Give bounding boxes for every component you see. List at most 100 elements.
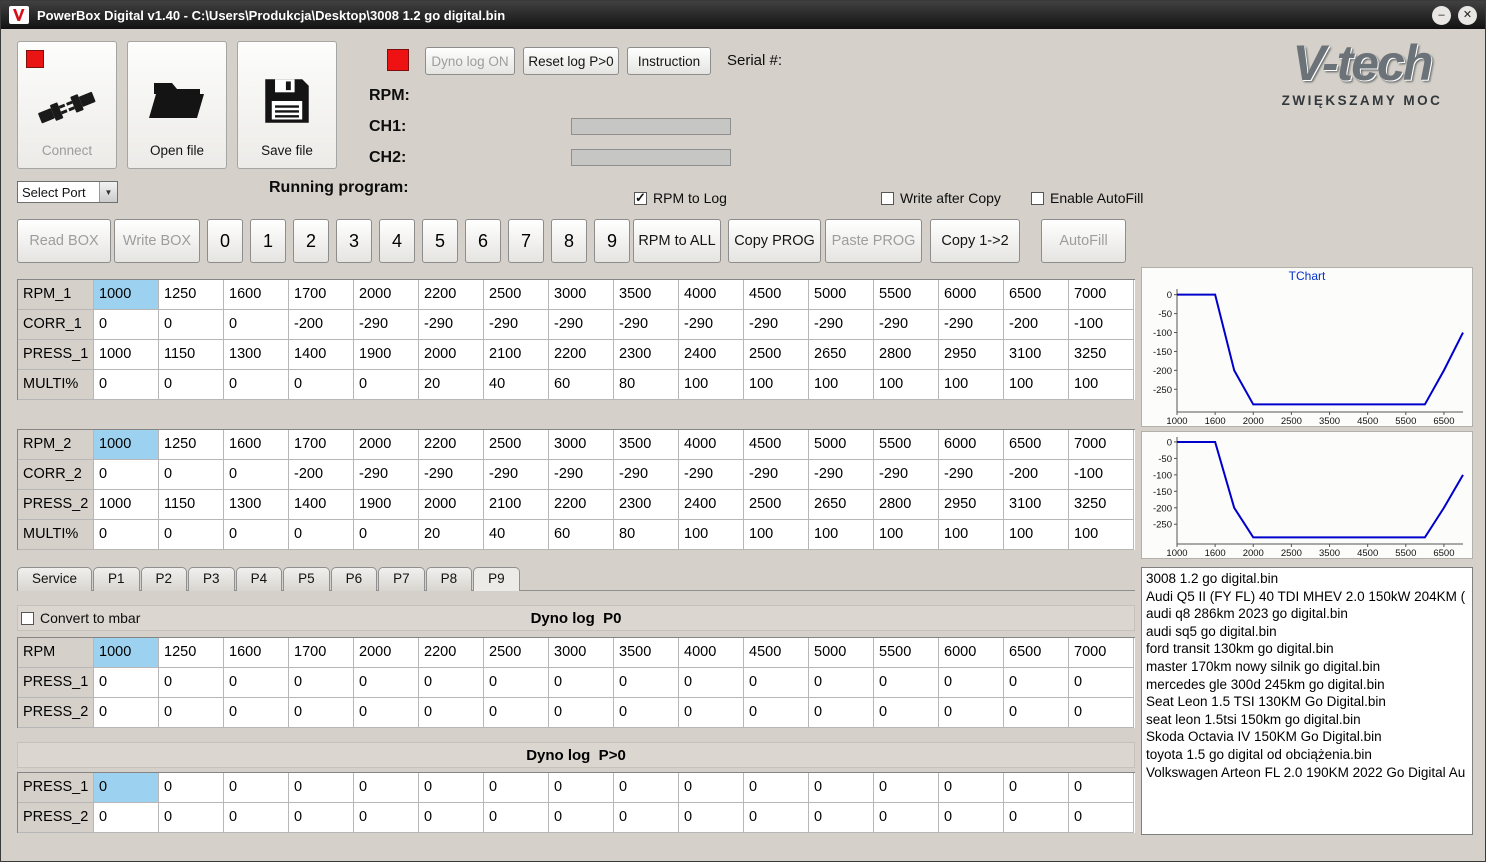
paste-prog-button[interactable]: Paste PROG <box>825 219 922 263</box>
grid-cell[interactable]: 1300 <box>224 490 289 520</box>
grid-cell[interactable]: -290 <box>484 460 549 490</box>
grid-cell[interactable]: 0 <box>549 803 614 833</box>
grid-cell[interactable]: 0 <box>679 698 744 728</box>
grid-cell[interactable]: 6000 <box>939 638 1004 668</box>
grid-cell[interactable]: 100 <box>1004 520 1069 550</box>
grid-cell[interactable]: 5500 <box>874 638 939 668</box>
digit-button-8[interactable]: 8 <box>551 219 587 263</box>
grid-cell[interactable]: 2200 <box>419 280 484 310</box>
grid-cell[interactable]: 0 <box>744 698 809 728</box>
grid-cell[interactable]: 0 <box>419 698 484 728</box>
grid-cell[interactable]: 5000 <box>809 280 874 310</box>
grid-cell[interactable]: 40 <box>484 370 549 400</box>
grid-cell[interactable]: 1000 <box>94 490 159 520</box>
grid-cell[interactable]: 0 <box>224 803 289 833</box>
grid-cell[interactable]: -290 <box>874 310 939 340</box>
grid-cell[interactable]: 0 <box>939 803 1004 833</box>
enable-autofill-checkbox[interactable]: Enable AutoFill <box>1031 190 1143 206</box>
grid-cell[interactable]: -290 <box>744 460 809 490</box>
digit-button-9[interactable]: 9 <box>594 219 630 263</box>
open-file-button[interactable]: Open file <box>127 41 227 169</box>
grid-cell[interactable]: 2200 <box>549 490 614 520</box>
tab-p9[interactable]: P9 <box>473 567 520 591</box>
grid-cell[interactable]: 100 <box>679 520 744 550</box>
grid-cell[interactable]: 0 <box>1069 773 1134 803</box>
grid-cell[interactable]: 0 <box>484 803 549 833</box>
file-list-item[interactable]: ford transit 130km go digital.bin <box>1146 640 1472 658</box>
file-list-item[interactable]: Audi Q5 II (FY FL) 40 TDI MHEV 2.0 150kW… <box>1146 588 1472 606</box>
read-box-button[interactable]: Read BOX <box>17 219 111 263</box>
grid-cell[interactable]: 2200 <box>549 340 614 370</box>
grid-cell[interactable]: 2650 <box>809 340 874 370</box>
grid-cell[interactable]: 1250 <box>159 430 224 460</box>
grid-cell[interactable]: 0 <box>159 803 224 833</box>
grid-cell[interactable]: 100 <box>744 370 809 400</box>
grid-cell[interactable]: 0 <box>289 520 354 550</box>
grid-cell[interactable]: -100 <box>1069 460 1134 490</box>
grid-cell[interactable]: 0 <box>159 460 224 490</box>
grid-cell[interactable]: 2400 <box>679 340 744 370</box>
grid-cell[interactable]: 0 <box>354 370 419 400</box>
grid-cell[interactable]: 0 <box>939 698 1004 728</box>
digit-button-3[interactable]: 3 <box>336 219 372 263</box>
titlebar[interactable]: PowerBox Digital v1.40 - C:\Users\Produk… <box>1 1 1485 29</box>
grid-cell[interactable]: 0 <box>289 370 354 400</box>
grid-cell[interactable]: 1150 <box>159 490 224 520</box>
reset-log-button[interactable]: Reset log P>0 <box>523 47 619 75</box>
grid-cell[interactable]: 0 <box>224 520 289 550</box>
grid-cell[interactable]: 3000 <box>549 430 614 460</box>
grid-cell[interactable]: 0 <box>354 773 419 803</box>
grid-cell[interactable]: 60 <box>549 520 614 550</box>
grid-cell[interactable]: 2500 <box>744 340 809 370</box>
file-listbox[interactable]: 3008 1.2 go digital.bin Audi Q5 II (FY FL… <box>1141 567 1473 835</box>
grid-cell[interactable]: 0 <box>159 370 224 400</box>
grid-cell[interactable]: 0 <box>744 668 809 698</box>
grid-cell[interactable]: 2200 <box>419 638 484 668</box>
grid-cell[interactable]: 0 <box>1004 668 1069 698</box>
tab-p8[interactable]: P8 <box>425 567 473 591</box>
grid-cell[interactable]: 0 <box>94 698 159 728</box>
grid-cell[interactable]: 0 <box>679 668 744 698</box>
convert-to-mbar-checkbox[interactable]: Convert to mbar <box>21 610 140 626</box>
grid-cell[interactable]: 0 <box>1069 668 1134 698</box>
grid-cell[interactable]: 3100 <box>1004 490 1069 520</box>
grid-cell[interactable]: 0 <box>614 773 679 803</box>
grid-cell[interactable]: 4500 <box>744 638 809 668</box>
grid-cell[interactable]: 3250 <box>1069 340 1134 370</box>
grid-cell[interactable]: -290 <box>614 310 679 340</box>
grid-cell[interactable]: 0 <box>159 520 224 550</box>
grid-cell[interactable]: 2300 <box>614 490 679 520</box>
grid-cell[interactable]: 0 <box>159 773 224 803</box>
grid-cell[interactable]: 7000 <box>1069 430 1134 460</box>
grid-cell[interactable]: -200 <box>1004 460 1069 490</box>
grid-cell[interactable]: 1400 <box>289 340 354 370</box>
grid-cell[interactable]: 7000 <box>1069 638 1134 668</box>
grid-cell[interactable]: 0 <box>874 668 939 698</box>
grid-cell[interactable]: 20 <box>419 520 484 550</box>
grid-cell[interactable]: 2500 <box>484 638 549 668</box>
grid-cell[interactable]: 0 <box>224 370 289 400</box>
grid-cell[interactable]: 0 <box>1004 698 1069 728</box>
grid-cell[interactable]: 100 <box>1069 520 1134 550</box>
file-list-item[interactable]: Seat Leon 1.5 TSI 130KM Go Digital.bin <box>1146 693 1472 711</box>
grid-cell[interactable]: -290 <box>809 460 874 490</box>
grid-cell[interactable]: -290 <box>939 310 1004 340</box>
grid-cell[interactable]: 1300 <box>224 340 289 370</box>
grid-cell[interactable]: 0 <box>1004 773 1069 803</box>
grid-cell[interactable]: -290 <box>354 310 419 340</box>
grid-cell[interactable]: 1600 <box>224 430 289 460</box>
grid-cell[interactable]: 1900 <box>354 490 419 520</box>
grid-cell[interactable]: 0 <box>549 698 614 728</box>
grid-cell[interactable]: 2950 <box>939 340 1004 370</box>
grid-cell[interactable]: -290 <box>874 460 939 490</box>
grid-cell[interactable]: 1000 <box>94 280 159 310</box>
grid-cell[interactable]: 0 <box>1069 698 1134 728</box>
grid-cell[interactable]: -290 <box>679 460 744 490</box>
grid-cell[interactable]: 0 <box>614 698 679 728</box>
grid-cell[interactable]: 4000 <box>679 430 744 460</box>
grid-cell[interactable]: -290 <box>679 310 744 340</box>
grid-cell[interactable]: 0 <box>224 668 289 698</box>
write-after-copy-checkbox[interactable]: Write after Copy <box>881 190 1001 206</box>
grid-cell[interactable]: 0 <box>1004 803 1069 833</box>
dyno-log-on-button[interactable]: Dyno log ON <box>425 47 515 75</box>
